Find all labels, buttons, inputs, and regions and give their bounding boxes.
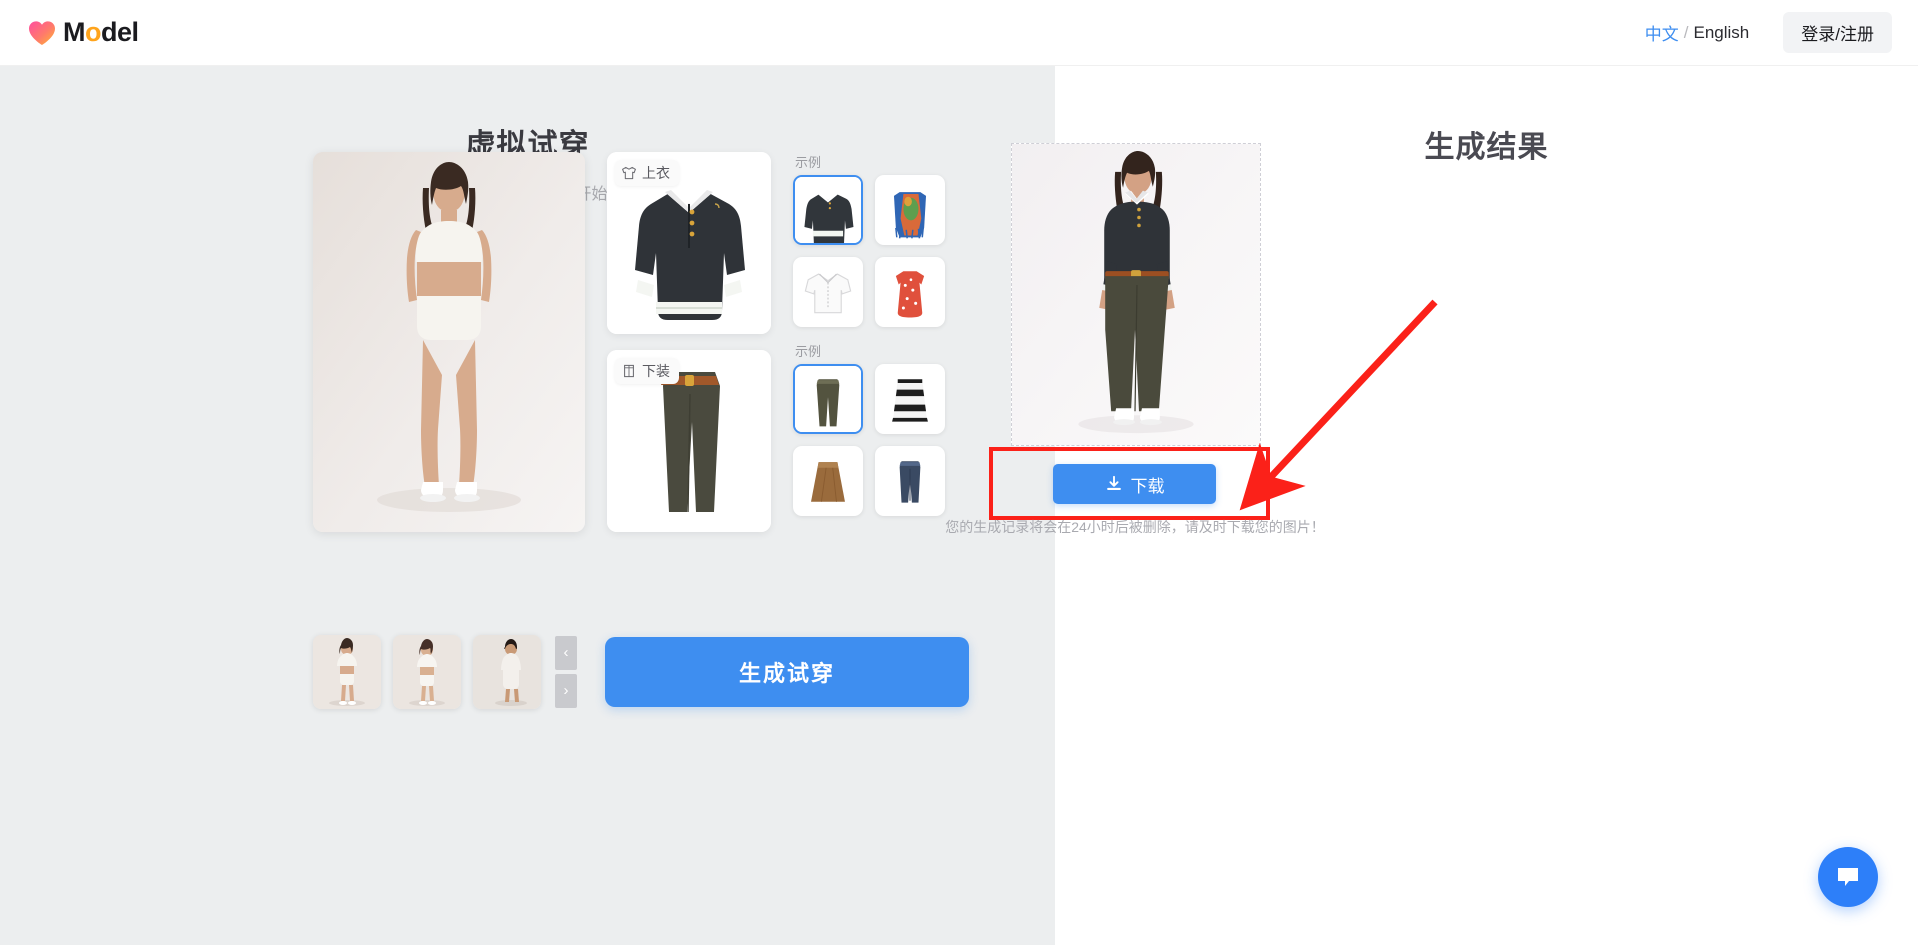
- thumb-brown-suede-skirt[interactable]: [793, 446, 863, 516]
- carousel-prev-button[interactable]: ‹: [555, 635, 577, 670]
- app-root: Model 中文 / English 登录/注册 虚拟试穿 选择一个模特并上传服…: [0, 0, 1918, 945]
- thumb-dark-polo-sweater[interactable]: [793, 175, 863, 245]
- lang-option-english[interactable]: English: [1694, 23, 1750, 43]
- model-thumb-female-2[interactable]: [393, 634, 461, 709]
- model-preview-image: [313, 152, 585, 532]
- heart-icon: [29, 20, 55, 45]
- top-slot-label: 上衣: [642, 165, 670, 181]
- bottom-garment-slot[interactable]: 下装: [607, 350, 771, 532]
- tryon-builder: 上衣 下装 示例 示例: [313, 152, 1003, 572]
- garment-slots: 上衣 下装: [607, 152, 771, 572]
- download-icon: [1106, 475, 1121, 490]
- logo-text-left: M: [63, 17, 86, 47]
- result-image: [1012, 144, 1260, 445]
- top-garment-slot[interactable]: 上衣: [607, 152, 771, 334]
- model-thumb-male-1[interactable]: [473, 634, 541, 709]
- examples-label-bottom: 示例: [795, 344, 822, 359]
- logo-text-right: del: [101, 17, 139, 47]
- black-white-stripe-skirt-icon: [877, 366, 943, 432]
- examples-label-top: 示例: [795, 155, 822, 170]
- lang-option-chinese[interactable]: 中文: [1645, 20, 1679, 45]
- chat-support-button[interactable]: [1818, 847, 1878, 907]
- download-button[interactable]: 下载: [1053, 464, 1216, 504]
- model-thumb-3-image: [473, 634, 541, 709]
- brand-logo[interactable]: Model: [28, 19, 139, 46]
- olive-wide-trousers-icon: [795, 366, 861, 432]
- thumb-blue-denim-jeans[interactable]: [875, 446, 945, 516]
- pants-icon: [624, 364, 634, 378]
- thumb-olive-wide-trousers[interactable]: [793, 364, 863, 434]
- example-thumbs: 示例 示例: [793, 152, 945, 572]
- thumb-white-short-sleeve-shirt[interactable]: [793, 257, 863, 327]
- bottom-examples-grid: [793, 364, 945, 516]
- thumb-black-white-stripe-skirt[interactable]: [875, 364, 945, 434]
- model-thumb-female-1[interactable]: [313, 634, 381, 709]
- logo-wordmark: Model: [63, 19, 139, 46]
- top-header: Model 中文 / English 登录/注册: [0, 0, 1918, 66]
- model-thumb-1-image: [313, 634, 381, 709]
- floral-fringe-vest-icon: [877, 177, 943, 243]
- result-image-frame[interactable]: [1011, 143, 1261, 446]
- thumb-floral-fringe-vest[interactable]: [875, 175, 945, 245]
- chat-bubble-icon: [1838, 868, 1858, 886]
- top-examples-grid: [793, 175, 945, 327]
- model-thumb-2-image: [393, 634, 461, 709]
- top-slot-tag: 上衣: [615, 160, 679, 186]
- shirt-icon: [622, 166, 636, 180]
- dark-polo-sweater-icon: [795, 177, 861, 243]
- generate-tryon-button[interactable]: 生成试穿: [605, 636, 969, 707]
- bottom-slot-tag: 下装: [615, 358, 679, 384]
- lang-separator: /: [1683, 22, 1689, 42]
- model-strip-row: ‹ › 生成试穿: [313, 634, 1003, 709]
- selected-model-preview[interactable]: [313, 152, 585, 532]
- red-floral-dress-icon: [877, 259, 943, 325]
- white-short-sleeve-shirt-icon: [795, 259, 861, 325]
- logo-text-o: o: [85, 17, 102, 47]
- brown-suede-skirt-icon: [795, 448, 861, 514]
- result-expiry-note: 您的生成记录将会在24小时后被删除，请及时下载您的图片！: [945, 519, 1325, 535]
- header-actions: 中文 / English 登录/注册: [1645, 12, 1892, 53]
- carousel-next-button[interactable]: ›: [555, 673, 577, 708]
- download-button-label: 下载: [1130, 476, 1165, 496]
- language-switcher: 中文 / English: [1645, 20, 1750, 45]
- model-carousel-nav: ‹ ›: [555, 635, 577, 708]
- login-register-button[interactable]: 登录/注册: [1783, 12, 1892, 53]
- blue-denim-jeans-icon: [877, 448, 943, 514]
- bottom-slot-label: 下装: [642, 363, 670, 379]
- thumb-red-floral-dress[interactable]: [875, 257, 945, 327]
